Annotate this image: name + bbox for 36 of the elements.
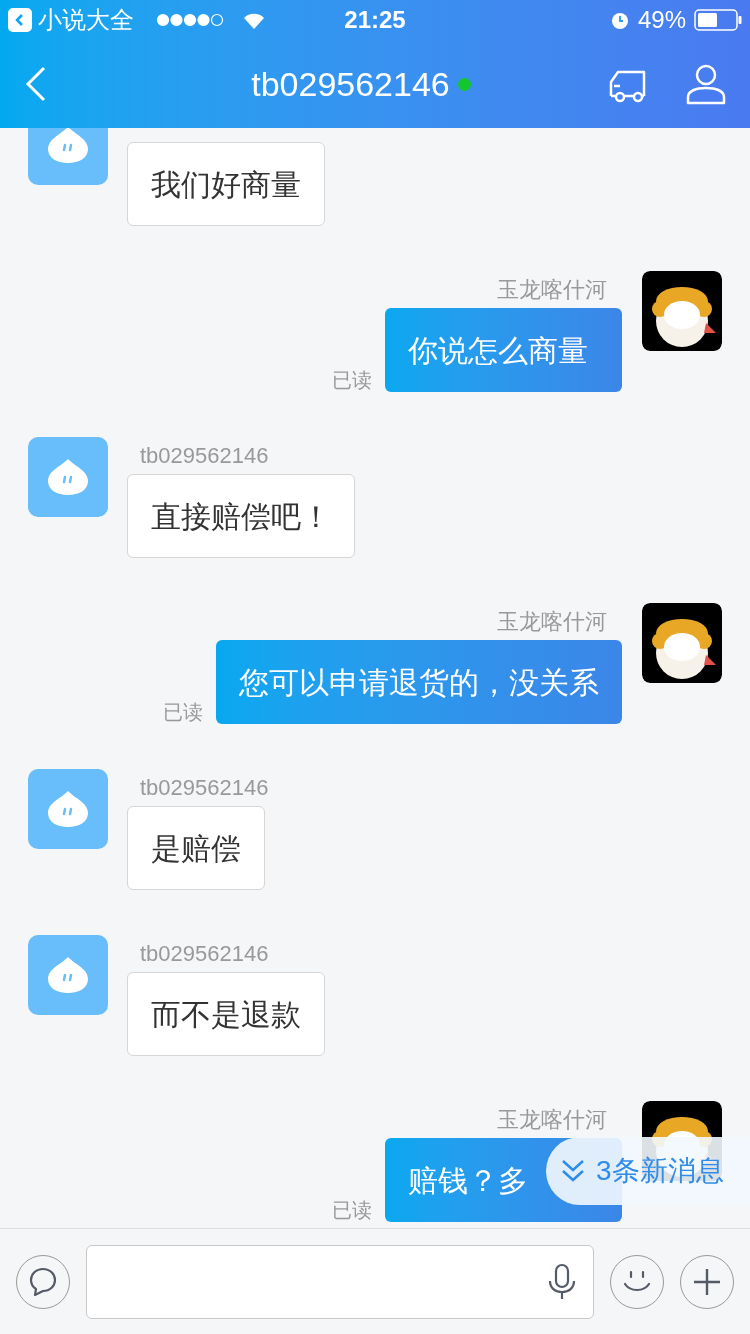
sender-name: 玉龙喀什河 <box>497 1108 607 1131</box>
droplet-icon <box>46 457 90 497</box>
wifi-icon <box>242 11 266 29</box>
alarm-icon <box>609 10 630 30</box>
profile-icon[interactable] <box>686 63 726 105</box>
signal-icon <box>156 13 224 27</box>
read-receipt: 已读 <box>163 702 203 722</box>
droplet-icon <box>46 955 90 995</box>
message-bubble: 您可以申请退货的，没关系 <box>216 640 622 724</box>
sender-name: tb029562146 <box>140 942 269 965</box>
clock: 21:25 <box>344 5 406 35</box>
message-bubble: 你说怎么商量 <box>385 308 622 392</box>
message-bubble: 我们好商量 <box>127 142 325 226</box>
smiley-icon <box>622 1269 652 1294</box>
message-bubble: 直接赔偿吧！ <box>127 474 355 558</box>
droplet-icon <box>46 789 90 829</box>
read-receipt: 已读 <box>332 1200 372 1220</box>
sender-name: tb029562146 <box>140 776 269 799</box>
battery-icon <box>694 9 742 31</box>
back-app-icon[interactable] <box>8 8 32 32</box>
sender-name: tb029562146 <box>140 444 269 467</box>
chat-title: tb029562146 <box>251 63 450 105</box>
read-receipt: 已读 <box>332 370 372 390</box>
speech-bubble-icon <box>29 1266 57 1297</box>
new-messages-button[interactable]: 3条新消息 <box>546 1137 750 1205</box>
battery-percent: 49% <box>637 5 686 35</box>
message-bubble: 而不是退款 <box>127 972 325 1056</box>
plus-icon <box>693 1267 721 1296</box>
message-bubble: 是赔偿 <box>127 806 265 890</box>
back-icon <box>24 66 48 102</box>
sender-name: 玉龙喀什河 <box>497 610 607 633</box>
sender-name: 玉龙喀什河 <box>497 278 607 301</box>
double-chevron-down-icon <box>560 1159 586 1183</box>
microphone-icon[interactable] <box>547 1262 577 1301</box>
message-input[interactable] <box>86 1244 594 1319</box>
back-app-label[interactable]: 小说大全 <box>38 2 134 38</box>
